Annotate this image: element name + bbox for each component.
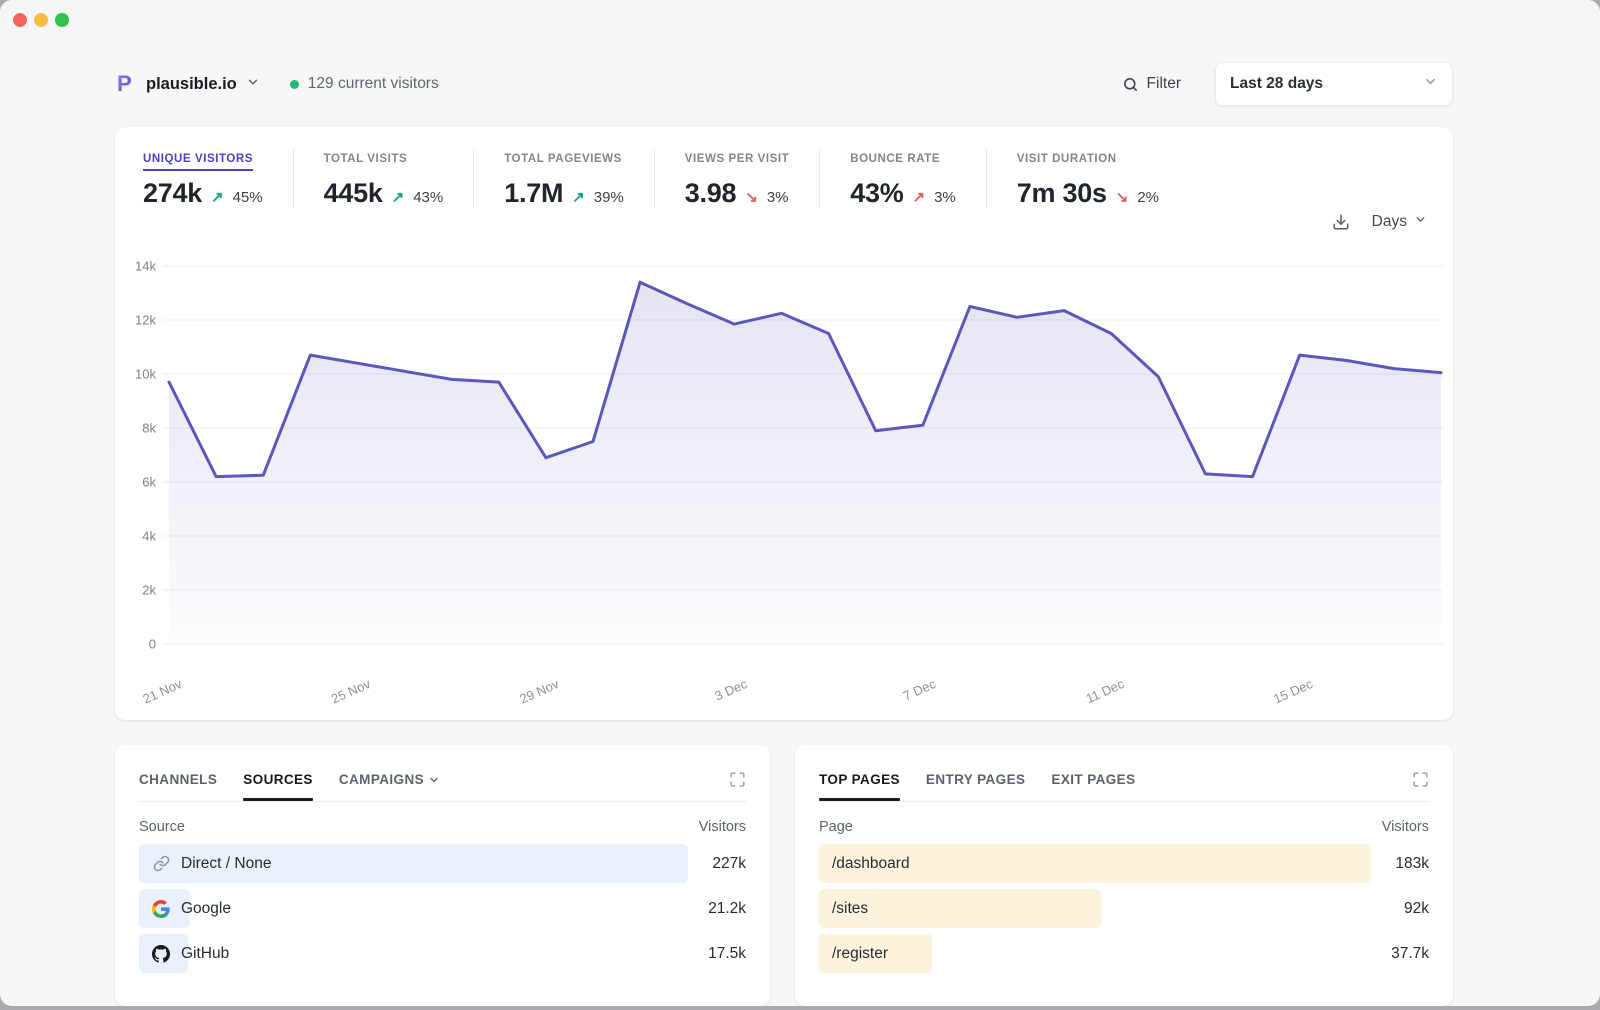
svg-text:3 Dec: 3 Dec [712, 676, 750, 704]
app-window: P plausible.io 129 current visitors Filt… [0, 0, 1600, 1006]
svg-text:29 Nov: 29 Nov [517, 676, 561, 707]
interval-select[interactable]: Days [1372, 213, 1427, 231]
svg-text:12k: 12k [135, 313, 156, 328]
svg-text:15 Dec: 15 Dec [1271, 676, 1315, 707]
pages-tabs: TOP PAGES ENTRY PAGES EXIT PAGES [819, 772, 1135, 787]
live-dot-icon [290, 80, 299, 89]
svg-text:0: 0 [149, 637, 156, 652]
trend-down-icon: ↘ [745, 188, 758, 206]
stat-total-pageviews[interactable]: TOTAL PAGEVIEWS 1.7M ↗ 39% [473, 149, 654, 209]
column-header-visitors: Visitors [1382, 819, 1429, 835]
tab-top-pages[interactable]: TOP PAGES [819, 772, 900, 787]
chevron-down-icon [1414, 213, 1427, 231]
link-icon [152, 855, 170, 873]
list-item[interactable]: /dashboard 183k [819, 844, 1429, 883]
row-label: /dashboard [832, 855, 910, 873]
zoom-button[interactable] [55, 13, 69, 27]
trend-up-icon: ↗ [572, 188, 585, 206]
expand-icon[interactable] [729, 771, 746, 788]
chevron-down-icon [1423, 74, 1438, 94]
site-name: plausible.io [146, 75, 237, 94]
svg-text:6k: 6k [142, 475, 156, 490]
date-range-value: Last 28 days [1230, 75, 1323, 93]
tab-sources[interactable]: SOURCES [243, 772, 313, 787]
tab-entry-pages[interactable]: ENTRY PAGES [926, 772, 1025, 787]
current-visitors-label: 129 current visitors [308, 75, 439, 93]
stat-views-per-visit[interactable]: VIEWS PER VISIT 3.98 ↘ 3% [654, 149, 819, 209]
pages-panel: TOP PAGES ENTRY PAGES EXIT PAGES Page Visi… [795, 745, 1453, 1006]
list-item[interactable]: Google 21.2k [139, 889, 746, 928]
window-titlebar [0, 0, 1600, 40]
tab-channels[interactable]: CHANNELS [139, 772, 217, 787]
current-visitors[interactable]: 129 current visitors [290, 75, 439, 93]
stat-total-visits[interactable]: TOTAL VISITS 445k ↗ 43% [293, 149, 474, 209]
svg-text:25 Nov: 25 Nov [329, 676, 373, 707]
svg-text:10k: 10k [135, 367, 156, 382]
svg-text:4k: 4k [142, 529, 156, 544]
visitors-card: UNIQUE VISITORS 274k ↗ 45% TOTAL VISITS … [115, 127, 1453, 720]
minimize-button[interactable] [34, 13, 48, 27]
chevron-down-icon [246, 75, 260, 94]
stat-bounce-rate[interactable]: BOUNCE RATE 43% ↗ 3% [819, 149, 986, 209]
tab-campaigns[interactable]: CAMPAIGNS [339, 772, 440, 787]
svg-text:8k: 8k [142, 421, 156, 436]
row-value: 227k [712, 855, 746, 873]
column-header-visitors: Visitors [699, 819, 746, 835]
download-icon[interactable] [1332, 213, 1350, 231]
row-value: 37.7k [1391, 945, 1429, 963]
close-button[interactable] [13, 13, 27, 27]
plausible-logo-icon: P [115, 72, 137, 96]
search-icon [1122, 76, 1139, 93]
column-header-source: Source [139, 819, 185, 835]
visitors-chart: 0 2k 4k 6k 8k 10k 12k 14k 21 Nov 25 Nov 29 Nov 3 De… [129, 251, 1455, 713]
row-value: 92k [1404, 900, 1429, 918]
row-label: /register [832, 945, 888, 963]
github-icon [152, 945, 170, 963]
expand-icon[interactable] [1412, 771, 1429, 788]
list-item[interactable]: Direct / None 227k [139, 844, 746, 883]
row-label: /sites [832, 900, 868, 918]
sources-list: Direct / None 227k Google 21.2k GitHub 17.5k [139, 844, 746, 973]
row-value: 21.2k [708, 900, 746, 918]
svg-text:11 Dec: 11 Dec [1084, 676, 1127, 706]
sources-panel: CHANNELS SOURCES CAMPAIGNS Source Visitors… [115, 745, 770, 1006]
list-item[interactable]: GitHub 17.5k [139, 934, 746, 973]
row-label: Google [181, 900, 231, 918]
google-icon [152, 900, 170, 918]
svg-text:2k: 2k [142, 583, 156, 598]
tab-exit-pages[interactable]: EXIT PAGES [1051, 772, 1135, 787]
column-header-page: Page [819, 819, 853, 835]
filter-label: Filter [1147, 75, 1181, 93]
trend-up-icon: ↗ [211, 188, 224, 206]
filter-button[interactable]: Filter [1122, 75, 1181, 93]
svg-text:7 Dec: 7 Dec [901, 676, 939, 704]
row-value: 183k [1395, 855, 1429, 873]
site-switcher[interactable]: P plausible.io [115, 72, 260, 96]
date-range-select[interactable]: Last 28 days [1215, 62, 1453, 106]
svg-text:21 Nov: 21 Nov [140, 676, 184, 707]
trend-up-icon: ↗ [392, 188, 405, 206]
svg-text:P: P [117, 72, 132, 96]
row-label: Direct / None [181, 855, 271, 873]
list-item[interactable]: /sites 92k [819, 889, 1429, 928]
list-item[interactable]: /register 37.7k [819, 934, 1429, 973]
row-label: GitHub [181, 945, 229, 963]
row-value: 17.5k [708, 945, 746, 963]
stat-unique-visitors[interactable]: UNIQUE VISITORS 274k ↗ 45% [143, 149, 293, 209]
sources-tabs: CHANNELS SOURCES CAMPAIGNS [139, 772, 440, 787]
dashboard-header: P plausible.io 129 current visitors Filt… [115, 62, 1453, 106]
interval-label: Days [1372, 213, 1407, 231]
stat-visit-duration[interactable]: VISIT DURATION 7m 30s ↘ 2% [986, 149, 1189, 209]
pages-list: /dashboard 183k/sites 92k/register 37.7k [819, 844, 1429, 973]
trend-down-icon: ↘ [1116, 188, 1129, 206]
top-stats: UNIQUE VISITORS 274k ↗ 45% TOTAL VISITS … [115, 127, 1453, 209]
trend-up-icon: ↗ [913, 188, 926, 206]
svg-text:14k: 14k [135, 259, 156, 274]
